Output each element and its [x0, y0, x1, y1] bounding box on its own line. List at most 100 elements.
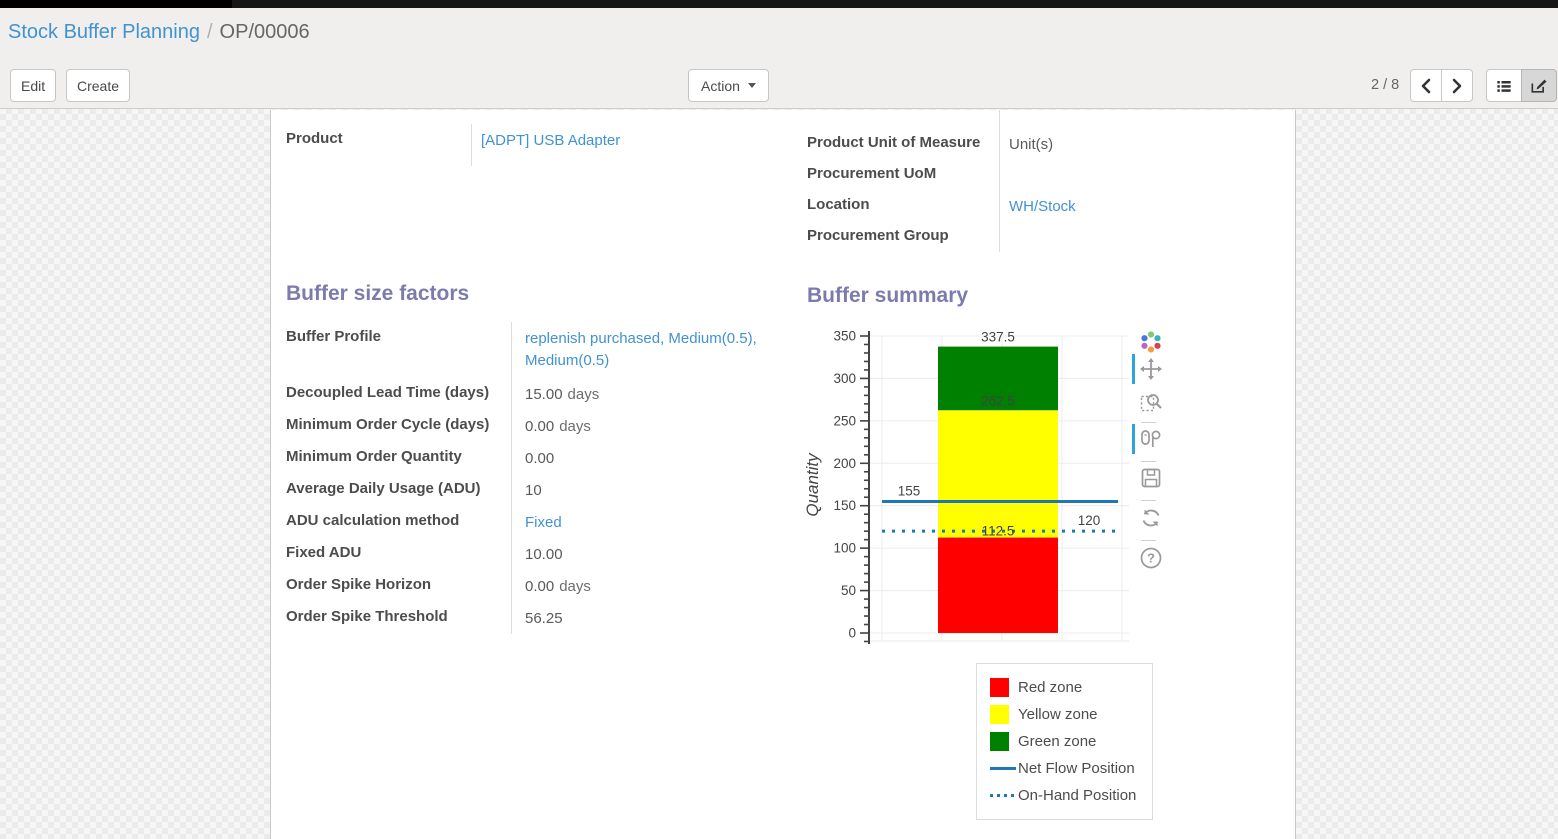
product-field-group: Product [ADPT] USB Adapter: [286, 124, 766, 166]
field-value: 10: [511, 474, 776, 506]
field-label: ADU calculation method: [286, 506, 511, 538]
red-zone-bar: [938, 538, 1058, 633]
info-field-group: Your Company Product Unit of MeasureUnit(…: [807, 110, 1277, 252]
field-label: Location: [807, 190, 999, 221]
legend-item[interactable]: On-Hand Position: [990, 782, 1152, 809]
breadcrumb: Stock Buffer Planning/OP/00006: [8, 21, 310, 44]
buffer-factors-field-group: Buffer Profilereplenish purchased, Mediu…: [286, 322, 776, 634]
buffer-summary-heading: Buffer summary: [807, 284, 968, 308]
chevron-right-icon: [1450, 78, 1464, 94]
field-value: 0.00days: [511, 410, 776, 442]
field-label: Order Spike Horizon: [286, 570, 511, 602]
field-value-link[interactable]: [ADPT] USB Adapter: [481, 132, 620, 149]
legend-label: Red zone: [1018, 679, 1082, 696]
y-tick-label: 300: [833, 371, 856, 386]
plotly-modebar: ?: [1132, 330, 1166, 580]
line-label: 155: [898, 483, 921, 498]
reset-axes-icon[interactable]: [1139, 506, 1163, 530]
pager-previous-button[interactable]: [1410, 69, 1442, 102]
field-label: Product: [286, 124, 471, 166]
create-button[interactable]: Create: [66, 69, 130, 102]
y-axis-title: Quantity: [803, 452, 822, 517]
field-value-text: 10: [525, 482, 542, 499]
pager-buttons: [1410, 69, 1473, 102]
stock-buffer-planning-page: { "breadcrumb": {"parent": "Stock Buffer…: [0, 0, 1558, 839]
compare-data-on-hover-icon[interactable]: [1139, 427, 1163, 451]
modebar-separator: [1141, 500, 1156, 501]
plotly-logo-icon[interactable]: [1139, 330, 1163, 354]
chart-legend: Red zone Yellow zone Green zone Net Flow Po…: [976, 663, 1153, 820]
legend-swatch-square: [990, 732, 1009, 751]
top-navbar-edge: [0, 0, 1558, 8]
list-icon: [1494, 76, 1514, 96]
modebar-separator: [1141, 461, 1156, 462]
view-switcher: [1486, 69, 1557, 102]
list-view-button[interactable]: [1486, 69, 1522, 102]
field-label: Decoupled Lead Time (days): [286, 378, 511, 410]
field-suffix: days: [559, 418, 591, 435]
y-tick-label: 200: [833, 456, 856, 471]
legend-swatch-square: [990, 705, 1009, 724]
zone-boundary-label: 262.5: [981, 393, 1015, 408]
modebar-active-indicator: [1132, 354, 1135, 384]
form-sheet: Product [ADPT] USB Adapter Your Company Pr…: [270, 110, 1296, 839]
field-value: [999, 221, 1277, 252]
y-tick-label: 250: [833, 413, 856, 428]
field-value-link[interactable]: replenish purchased, Medium(0.5), Medium…: [525, 330, 757, 369]
field-label: Product Unit of Measure: [807, 128, 999, 159]
zoom-icon[interactable]: [1139, 390, 1163, 414]
breadcrumb-separator: /: [207, 21, 213, 43]
legend-item[interactable]: Red zone: [990, 674, 1152, 701]
field-value[interactable]: replenish purchased, Medium(0.5), Medium…: [511, 322, 776, 378]
edit-button[interactable]: Edit: [10, 69, 56, 102]
zone-boundary-label: 112.5: [982, 524, 1015, 539]
buffer-summary-chart[interactable]: 155120337.5262.5112.50501001502002503003…: [801, 325, 1137, 665]
y-tick-label: 350: [833, 329, 856, 344]
field-value-link[interactable]: Fixed: [525, 514, 562, 531]
field-label: Minimum Order Cycle (days): [286, 410, 511, 442]
line-label: 120: [1078, 513, 1101, 528]
y-tick-label: 0: [848, 626, 856, 641]
buffer-size-factors-heading: Buffer size factors: [286, 282, 469, 306]
field-value[interactable]: WH/Stock: [999, 190, 1277, 221]
zone-boundary-label: 337.5: [981, 330, 1015, 345]
field-value-text: 10.00: [525, 546, 563, 563]
field-value: 0.00days: [511, 570, 776, 602]
legend-label: On-Hand Position: [1018, 787, 1136, 804]
field-label: Order Spike Threshold: [286, 602, 511, 634]
legend-item[interactable]: Net Flow Position: [990, 755, 1152, 782]
caret-down-icon: [748, 83, 756, 88]
field-label: Procurement UoM: [807, 159, 999, 190]
legend-item[interactable]: Green zone: [990, 728, 1152, 755]
field-value-link[interactable]: WH/Stock: [1009, 198, 1076, 215]
pan-icon[interactable]: [1139, 357, 1163, 381]
legend-item[interactable]: Yellow zone: [990, 701, 1152, 728]
field-label: Procurement Group: [807, 221, 999, 252]
action-dropdown-button[interactable]: Action: [688, 69, 769, 102]
pager-next-button[interactable]: [1441, 69, 1473, 102]
modebar-separator: [1141, 422, 1156, 423]
field-value: [999, 159, 1277, 190]
save-icon[interactable]: [1139, 466, 1163, 490]
chevron-left-icon: [1419, 78, 1433, 94]
field-value: 15.00days: [511, 378, 776, 410]
field-value[interactable]: Fixed: [511, 506, 776, 538]
field-label: [807, 110, 999, 128]
modebar-separator: [1141, 540, 1156, 541]
field-value: Unit(s): [999, 128, 1277, 159]
y-tick-label: 50: [841, 583, 856, 598]
control-panel: Stock Buffer Planning/OP/00006 Edit Crea…: [0, 8, 1558, 109]
breadcrumb-parent-link[interactable]: Stock Buffer Planning: [8, 21, 200, 43]
legend-label: Green zone: [1018, 733, 1096, 750]
form-view-button[interactable]: [1521, 69, 1557, 102]
field-value: 10.00: [511, 538, 776, 570]
field-label: Minimum Order Quantity: [286, 442, 511, 474]
svg-text:?: ?: [1147, 551, 1155, 566]
field-value[interactable]: [ADPT] USB Adapter: [471, 124, 766, 166]
help-icon[interactable]: ?: [1139, 546, 1163, 570]
clipped-field-value: Your Company: [1009, 110, 1277, 116]
modebar-active-indicator: [1132, 424, 1135, 454]
field-value-text: 56.25: [525, 610, 563, 627]
legend-swatch-dotted-line: [990, 794, 1016, 797]
legend-label: Net Flow Position: [1018, 760, 1135, 777]
